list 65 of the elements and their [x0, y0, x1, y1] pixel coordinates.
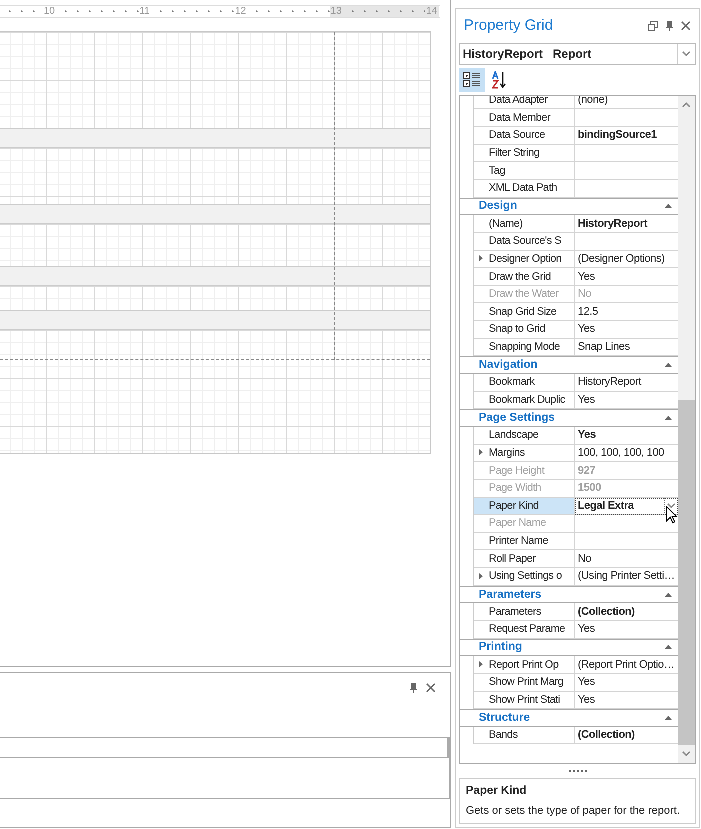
close-icon[interactable] — [426, 683, 436, 693]
property-name[interactable]: Request Parame — [474, 621, 575, 639]
property-name[interactable]: Snapping Mode — [474, 338, 575, 356]
collapse-icon — [665, 416, 672, 420]
chevron-down-icon[interactable] — [667, 502, 676, 509]
property-name[interactable]: Landscape — [474, 426, 575, 445]
ruler-label: 11 — [138, 6, 151, 16]
property-name[interactable]: Bookmark — [474, 374, 575, 392]
property-name[interactable]: Draw the Grid — [474, 268, 575, 286]
property-name[interactable]: Data Source — [474, 127, 575, 145]
collapse-icon — [665, 716, 672, 720]
property-name[interactable]: Parameters — [474, 603, 575, 621]
expand-arrow-icon — [479, 449, 483, 456]
property-name[interactable]: Data Source's S — [474, 232, 575, 251]
description-text: Gets or sets the type of paper for the report. — [466, 805, 682, 817]
panel-title: Property Grid — [464, 17, 554, 34]
property-name[interactable]: Snap to Grid — [474, 321, 575, 339]
property-name[interactable]: Designer Option — [474, 250, 575, 268]
ruler-label: 12 — [234, 6, 248, 16]
pin-icon[interactable] — [410, 683, 417, 693]
collapse-icon — [665, 363, 672, 368]
ruler-label: 13 — [330, 6, 343, 16]
property-name[interactable]: (Name) — [474, 215, 575, 233]
splitter-grip-icon[interactable] — [568, 770, 586, 772]
pin-icon[interactable] — [666, 20, 673, 31]
property-name[interactable]: Data Member — [474, 109, 575, 128]
property-name[interactable]: XML Data Path — [474, 180, 575, 198]
property-name[interactable]: Paper Kind — [474, 498, 575, 516]
category-header[interactable]: Design — [460, 198, 678, 216]
object-selector[interactable]: HistoryReport Report — [459, 42, 696, 65]
category-header[interactable]: Navigation — [460, 356, 678, 374]
property-name[interactable]: Tag — [474, 162, 575, 180]
property-name[interactable]: Roll Paper — [474, 550, 575, 568]
ruler-label: 14 — [425, 6, 438, 16]
collapse-icon — [665, 645, 672, 650]
category-header[interactable]: Page Settings — [460, 409, 678, 427]
property-name[interactable]: Bands — [474, 726, 575, 744]
property-name[interactable]: Bookmark Duplic — [474, 392, 575, 410]
restore-icon[interactable] — [648, 20, 658, 31]
categorized-button[interactable] — [459, 68, 485, 92]
expand-arrow-icon — [479, 572, 483, 580]
category-header[interactable]: Structure — [460, 709, 678, 727]
property-name[interactable]: Snap Grid Size — [474, 303, 575, 322]
scrollbar[interactable] — [678, 96, 695, 764]
property-name[interactable]: Margins — [474, 444, 575, 462]
property-name[interactable]: Printer Name — [474, 532, 575, 550]
description-title: Paper Kind — [466, 785, 528, 797]
mouse-cursor-icon — [666, 506, 678, 524]
property-name[interactable]: Show Print Marg — [474, 674, 575, 692]
property-value[interactable]: Legal Extra — [575, 498, 678, 516]
property-name[interactable]: Filter String — [474, 144, 575, 162]
property-name[interactable]: Report Print Op — [474, 656, 575, 674]
expand-arrow-icon — [479, 661, 483, 668]
chevron-up-icon[interactable] — [682, 102, 691, 108]
property-name[interactable]: Using Settings o — [474, 568, 575, 586]
ruler-label: 10 — [43, 6, 56, 16]
scrollbar-thumb[interactable] — [678, 400, 695, 746]
category-header[interactable]: Parameters — [460, 586, 678, 604]
expand-arrow-icon — [479, 255, 483, 262]
categorized-icon — [463, 72, 481, 88]
property-name[interactable]: Show Print Stati — [474, 692, 575, 710]
category-header[interactable]: Printing — [460, 638, 678, 656]
collapse-icon — [665, 204, 672, 208]
close-icon[interactable] — [681, 20, 691, 31]
collapse-icon — [665, 592, 672, 597]
